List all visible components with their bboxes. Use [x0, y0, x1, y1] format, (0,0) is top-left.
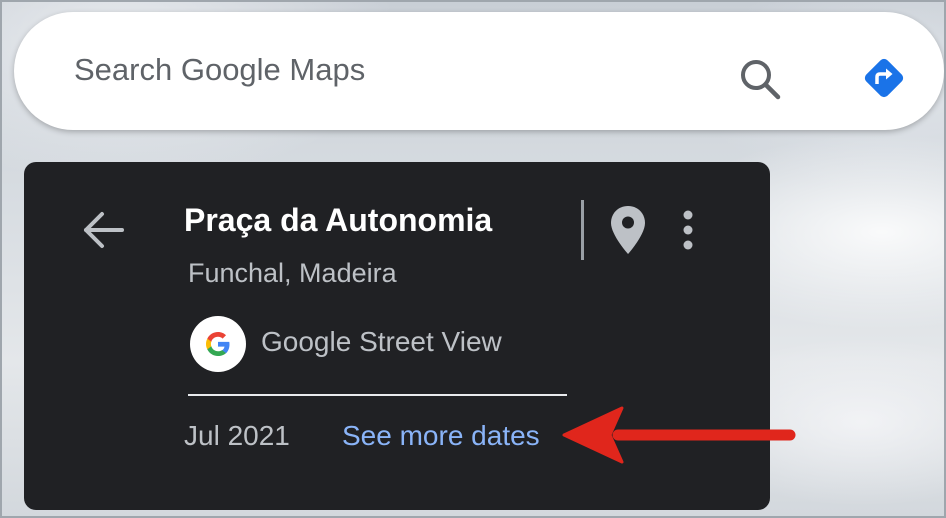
card-divider: [188, 394, 567, 396]
search-input[interactable]: [74, 48, 674, 92]
imagery-source-label: Google Street View: [261, 326, 502, 357]
place-title: Praça da Autonomia: [184, 202, 493, 238]
more-vert-icon[interactable]: [674, 208, 702, 252]
street-view-screen: Praça da Autonomia Funchal, Madeira Goog…: [0, 0, 946, 518]
arrow-back-icon[interactable]: [80, 206, 128, 254]
directions-icon[interactable]: [858, 52, 910, 104]
annotation-arrow-icon: [562, 406, 796, 464]
google-g-logo: [190, 316, 246, 372]
search-icon[interactable]: [736, 56, 784, 104]
see-more-dates-link[interactable]: See more dates: [342, 420, 540, 452]
header-divider: [581, 200, 584, 260]
capture-date: Jul 2021: [184, 420, 290, 451]
map-pin-icon[interactable]: [608, 204, 648, 256]
search-bar: [14, 12, 944, 130]
place-subtitle: Funchal, Madeira: [188, 258, 397, 288]
google-g-icon: [206, 332, 230, 356]
